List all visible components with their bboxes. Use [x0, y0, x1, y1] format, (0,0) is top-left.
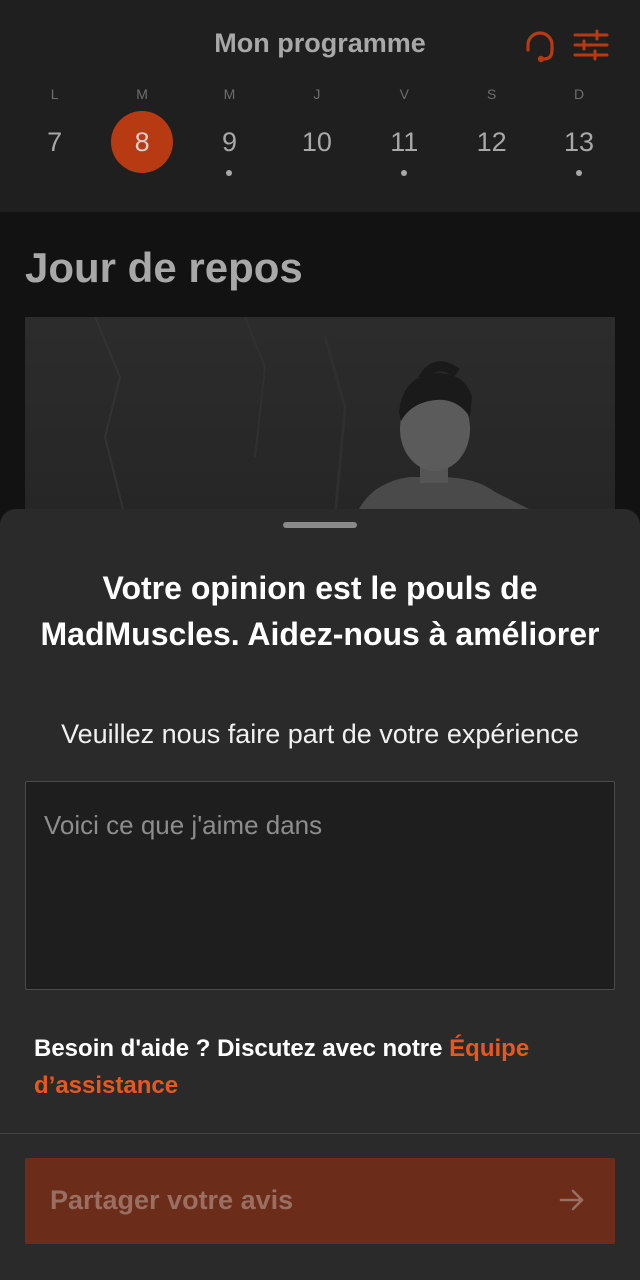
sliders-icon[interactable]	[571, 26, 611, 66]
workout-dot	[401, 170, 408, 176]
workout-dot	[576, 170, 583, 176]
day-number[interactable]: 13	[548, 111, 610, 173]
feedback-sheet: Votre opinion est le pouls de MadMuscles…	[0, 509, 640, 1280]
help-text: Besoin d'aide ? Discutez avec notre Équi…	[34, 1030, 594, 1104]
calendar-day[interactable]: L 7	[11, 84, 98, 184]
day-number[interactable]: 9	[198, 111, 260, 173]
day-letter: L	[50, 86, 59, 102]
feedback-input[interactable]	[25, 781, 615, 990]
share-feedback-label: Partager votre avis	[50, 1185, 294, 1215]
header: Mon programme L 7 M 8 M 9 J 10 V 11 S 12…	[0, 0, 640, 212]
calendar-day[interactable]: J 10	[273, 84, 360, 184]
day-number[interactable]: 12	[461, 111, 523, 173]
workout-dot	[226, 170, 233, 176]
day-letter: D	[573, 86, 585, 102]
day-number[interactable]: 11	[373, 111, 435, 173]
week-calendar: L 7 M 8 M 9 J 10 V 11 S 12 D 13	[11, 84, 623, 184]
divider	[0, 1133, 640, 1134]
help-prefix: Besoin d'aide ? Discutez avec notre	[34, 1035, 450, 1062]
day-letter: M	[223, 86, 236, 102]
calendar-day[interactable]: D 13	[535, 84, 622, 184]
share-feedback-button[interactable]: Partager votre avis	[25, 1158, 615, 1244]
calendar-day[interactable]: S 12	[448, 84, 535, 184]
calendar-day[interactable]: M 8	[98, 84, 185, 184]
day-number-selected[interactable]: 8	[111, 111, 174, 173]
day-number[interactable]: 10	[286, 111, 348, 173]
day-letter: J	[313, 86, 321, 102]
calendar-day[interactable]: M 9	[186, 84, 273, 184]
day-letter: V	[399, 86, 409, 102]
day-letter: S	[486, 86, 497, 102]
sheet-subtitle: Veuillez nous faire part de votre expéri…	[61, 719, 579, 749]
headset-icon[interactable]	[520, 26, 560, 66]
rest-day-title: Jour de repos	[25, 244, 303, 291]
day-letter: M	[136, 86, 148, 102]
rest-day-image	[25, 317, 615, 517]
sheet-drag-handle[interactable]	[283, 522, 357, 528]
arrow-right-icon	[557, 1185, 587, 1215]
day-number[interactable]: 7	[24, 111, 86, 173]
calendar-day[interactable]: V 11	[361, 84, 448, 184]
sheet-title: Votre opinion est le pouls de MadMuscles…	[40, 570, 600, 652]
